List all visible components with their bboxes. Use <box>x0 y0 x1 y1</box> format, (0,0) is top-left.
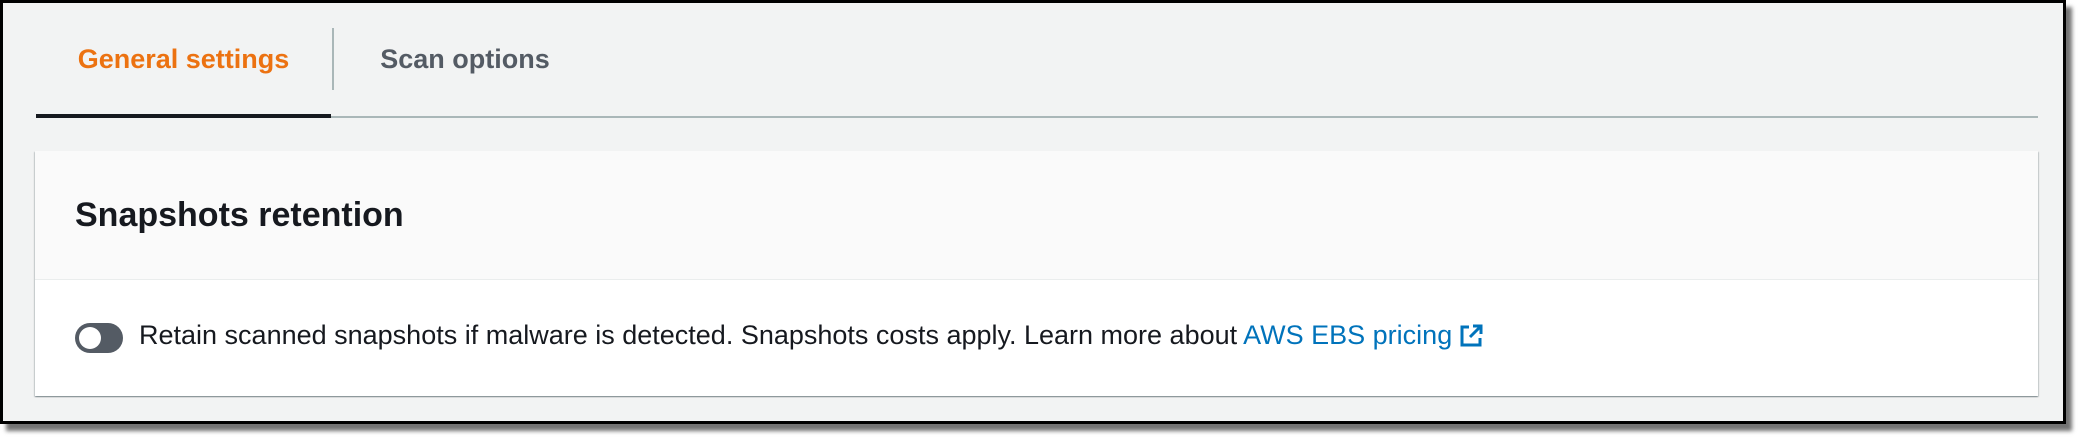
retention-description: Retain scanned snapshots if malware is d… <box>139 320 1484 356</box>
retain-snapshots-toggle[interactable] <box>75 323 123 353</box>
tab-general-settings-label: General settings <box>77 44 290 74</box>
tab-general-settings[interactable]: General settings <box>36 3 331 118</box>
toggle-knob <box>79 327 101 349</box>
tab-scan-options-label: Scan options <box>380 44 550 74</box>
external-link-icon <box>1458 323 1484 356</box>
tab-bar: General settings Scan options <box>36 3 2038 118</box>
retention-description-text: Retain scanned snapshots if malware is d… <box>139 320 1244 350</box>
aws-ebs-pricing-link-label: AWS EBS pricing <box>1243 320 1453 350</box>
panel-body: Retain scanned snapshots if malware is d… <box>35 280 2038 396</box>
snapshots-retention-panel: Snapshots retention Retain scanned snaps… <box>35 151 2038 396</box>
settings-window: General settings Scan options Snapshots … <box>0 0 2066 424</box>
aws-ebs-pricing-link[interactable]: AWS EBS pricing <box>1243 320 1484 350</box>
panel-title: Snapshots retention <box>75 195 404 234</box>
tab-scan-options[interactable]: Scan options <box>334 3 596 116</box>
panel-header: Snapshots retention <box>35 151 2038 280</box>
